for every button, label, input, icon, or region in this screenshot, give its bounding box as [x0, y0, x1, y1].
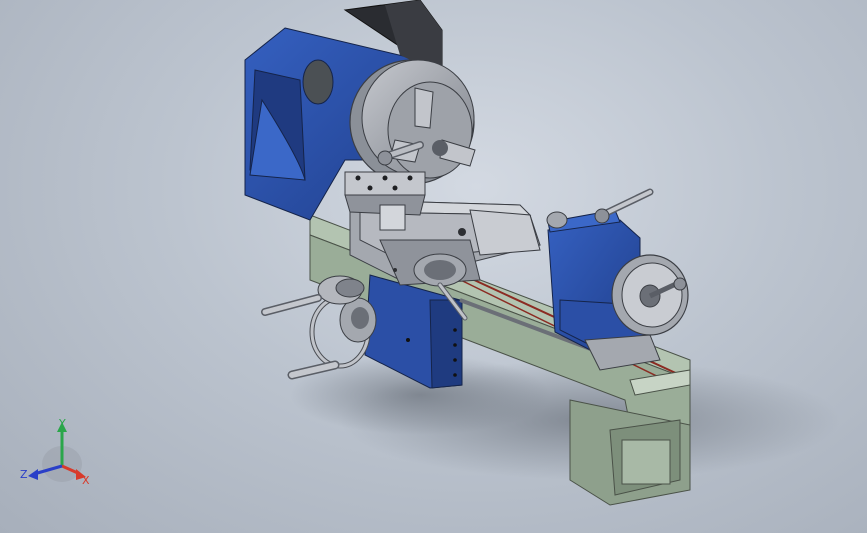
chuck[interactable] [349, 59, 476, 185]
handwheel-handle-upper[interactable] [261, 294, 322, 316]
x-axis-label: X [82, 474, 90, 487]
z-axis-label: Z [20, 468, 28, 481]
z-axis-head [28, 469, 38, 480]
coordinate-triad: Y X Z [20, 417, 90, 487]
tailstock-lock-lever[interactable] [594, 188, 654, 224]
graphics-viewport[interactable]: Y X Z [0, 0, 867, 533]
y-axis-label: Y [58, 417, 66, 430]
tailstock-handwheel[interactable] [611, 254, 689, 336]
lathe-model[interactable] [0, 0, 867, 533]
